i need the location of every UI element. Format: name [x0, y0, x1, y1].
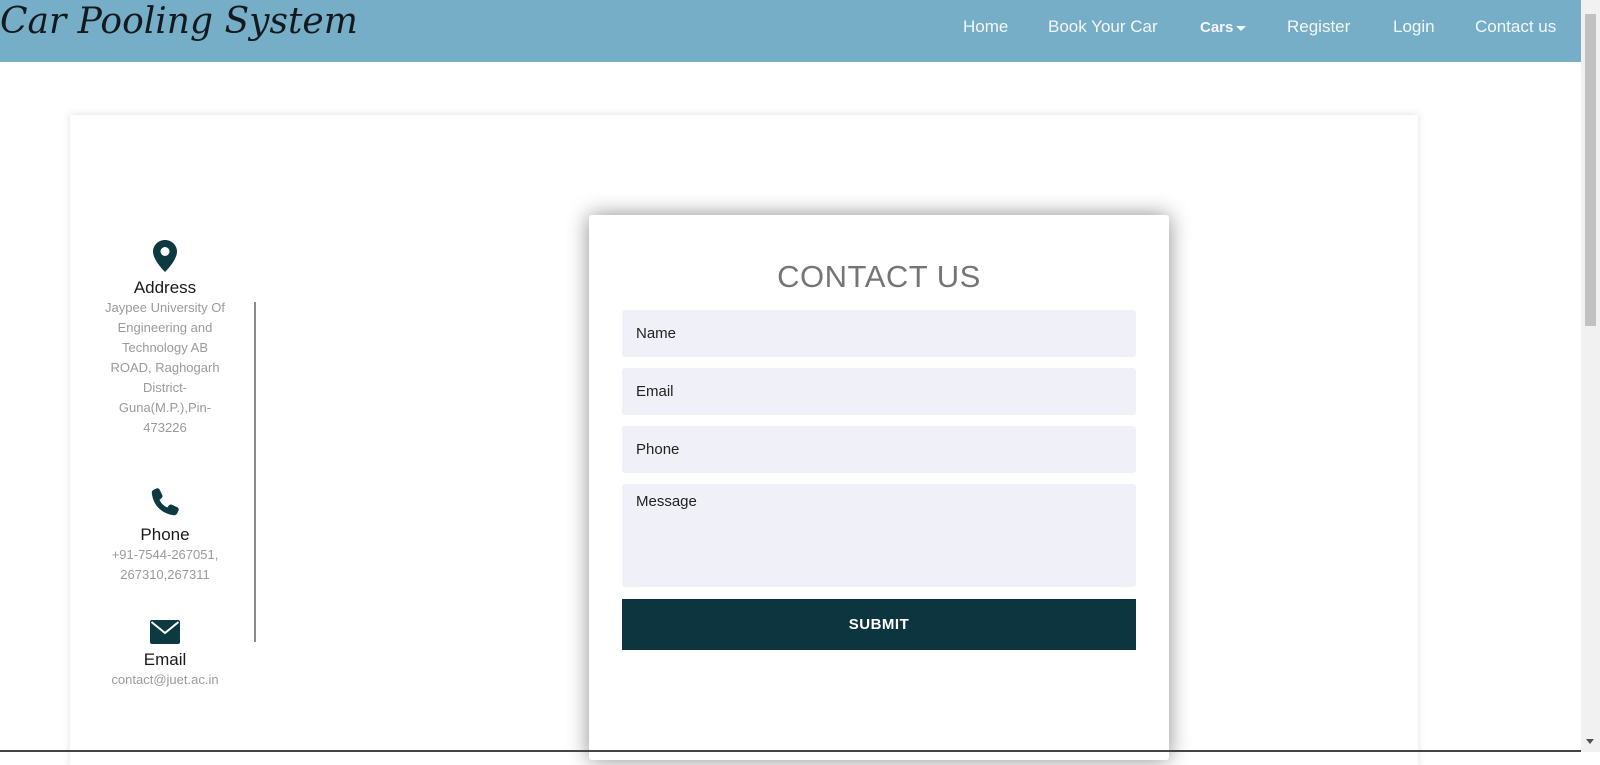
nav-login[interactable]: Login	[1393, 17, 1435, 37]
nav-cars-label: Cars	[1200, 19, 1234, 36]
scrollbar[interactable]	[1581, 0, 1600, 752]
contact-form-card: CONTACT US SUBMIT	[589, 215, 1169, 760]
form-title: CONTACT US	[777, 259, 981, 294]
scrollbar-thumb[interactable]	[1585, 14, 1596, 326]
address-text: Jaypee University Of Engineering and Tec…	[105, 300, 225, 435]
email-text[interactable]: contact@juet.ac.in	[95, 670, 235, 690]
nav-register[interactable]: Register	[1287, 17, 1350, 37]
vertical-divider	[254, 302, 256, 642]
name-field[interactable]	[622, 310, 1136, 357]
nav-cars-dropdown[interactable]: Cars	[1200, 19, 1247, 36]
phone-title: Phone	[140, 525, 190, 544]
address-title: Address	[133, 278, 197, 297]
brand-logo[interactable]: Car Pooling System	[0, 0, 358, 44]
email-title: Email	[143, 650, 187, 669]
submit-button[interactable]: SUBMIT	[622, 599, 1136, 650]
email-field[interactable]	[622, 368, 1136, 415]
message-field[interactable]	[622, 484, 1136, 587]
nav-home[interactable]: Home	[963, 17, 1008, 37]
nav-contact-us[interactable]: Contact us	[1475, 17, 1556, 37]
phone-block: Phone +91-7544-267051, 267310,267311	[95, 487, 235, 585]
nav-book-your-car[interactable]: Book Your Car	[1048, 17, 1158, 37]
address-block: Address Jaypee University Of Engineering…	[95, 240, 235, 438]
scroll-down-arrow-icon[interactable]	[1586, 739, 1594, 744]
envelope-icon	[95, 620, 235, 644]
phone-field[interactable]	[622, 426, 1136, 473]
email-block: Email contact@juet.ac.in	[95, 620, 235, 690]
chevron-down-icon	[1236, 25, 1247, 31]
map-marker-icon	[95, 240, 235, 272]
phone-text: +91-7544-267051, 267310,267311	[111, 547, 219, 582]
phone-icon	[95, 487, 235, 517]
navbar: Car Pooling System Home Book Your Car Ca…	[0, 0, 1581, 62]
